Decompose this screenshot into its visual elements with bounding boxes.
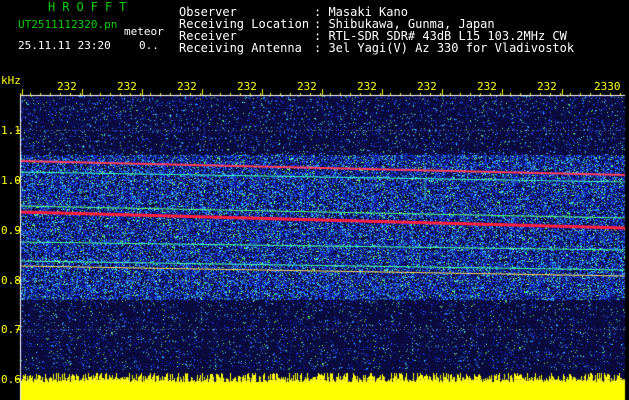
y-tick-label: 0.8 — [1, 274, 21, 287]
mode-label: meteor — [124, 25, 164, 38]
spectrogram-plot — [0, 0, 629, 400]
antenna-value: : 3el Yagi(V) Az 330 for Vladivostok — [314, 41, 575, 55]
x-tick-label: 232 — [57, 80, 77, 93]
x-tick-label: 232 — [537, 80, 557, 93]
y-axis-unit: kHz — [1, 74, 21, 87]
x-tick-label: 232 — [477, 80, 497, 93]
date-time: 25.11.11 23:20 — [18, 39, 111, 52]
y-tick-label: 0.7 — [1, 323, 21, 336]
x-tick-label: 232 — [117, 80, 137, 93]
y-tick-label: 0.9 — [1, 224, 21, 237]
x-tick-label: 2330 — [594, 80, 621, 93]
x-tick-label: 232 — [417, 80, 437, 93]
y-tick-label: 0.6 — [1, 373, 21, 386]
app-brand: HROFFT — [48, 0, 134, 14]
header-suffix: 0.. — [139, 39, 159, 52]
y-tick-label: 1.1 — [1, 124, 21, 137]
y-tick-label: 1.0 — [1, 174, 21, 187]
x-tick-label: 232 — [177, 80, 197, 93]
x-tick-label: 232 — [237, 80, 257, 93]
x-tick-label: 232 — [297, 80, 317, 93]
antenna-label: Receiving Antenna — [179, 41, 302, 55]
file-name: UT2511112320.pn — [18, 18, 118, 31]
x-tick-label: 232 — [357, 80, 377, 93]
